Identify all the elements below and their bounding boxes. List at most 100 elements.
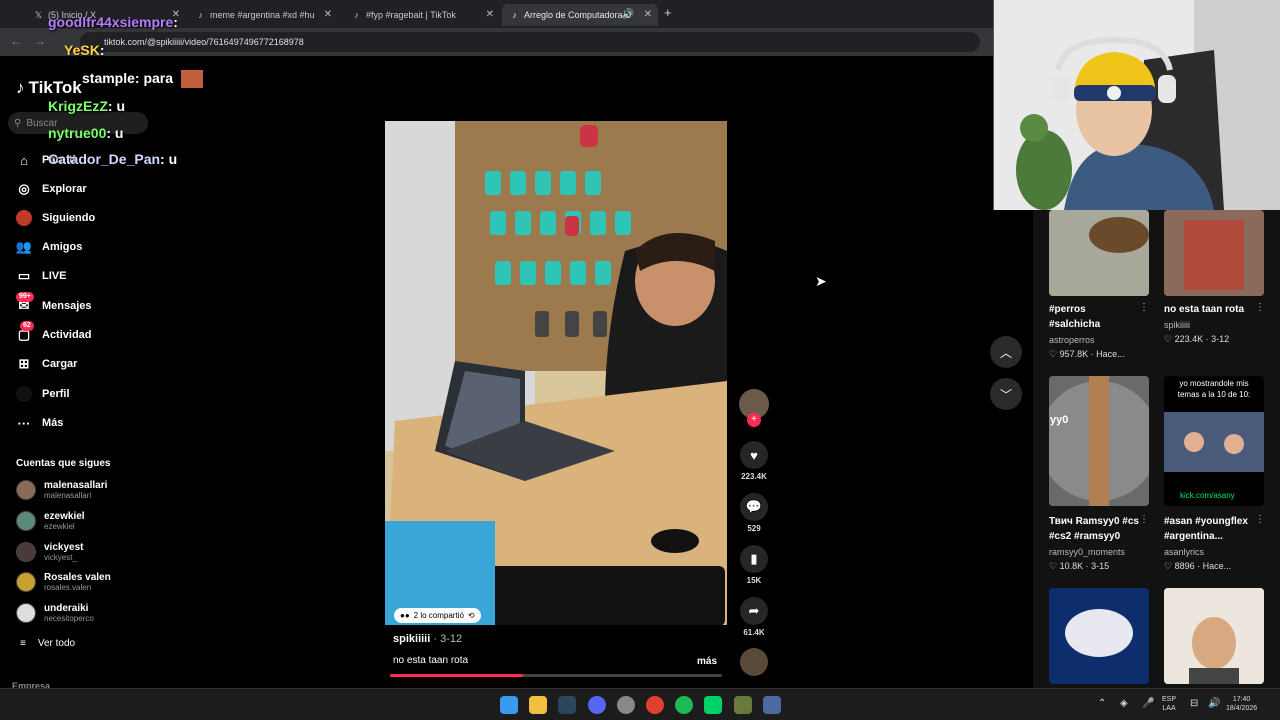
- speaker-icon[interactable]: 🔊: [622, 9, 634, 20]
- more-options-icon[interactable]: ⋮: [1255, 302, 1265, 313]
- activity-icon: ▢ 62: [16, 321, 34, 343]
- next-video-button[interactable]: ﹀: [990, 378, 1022, 410]
- video-thumbnail[interactable]: [1049, 210, 1149, 296]
- compass-icon: ◎: [18, 181, 30, 196]
- following-account[interactable]: underaiki necesitoperco: [16, 603, 94, 623]
- like-button[interactable]: ♥ 223.4K: [738, 441, 770, 481]
- account-name: ezewkiel: [44, 511, 85, 522]
- tab-tiktok-meme[interactable]: ♪ meme #argentina #xd #hu ✕: [188, 4, 338, 26]
- see-all-link[interactable]: ≡ Ver todo: [20, 638, 75, 649]
- new-tab-button[interactable]: +: [664, 5, 672, 20]
- video-title[interactable]: #perros #salchicha: [1049, 302, 1139, 332]
- save-button[interactable]: ▮ 15K: [738, 545, 770, 585]
- language-code: ESP: [1162, 696, 1177, 703]
- video-progress-bar[interactable]: [390, 674, 722, 677]
- chevron-up-icon: ︿: [999, 345, 1012, 360]
- account-handle: ezewkiel: [44, 522, 75, 531]
- close-icon[interactable]: ✕: [644, 9, 652, 20]
- close-icon[interactable]: ✕: [486, 9, 494, 20]
- file-explorer-icon[interactable]: [529, 696, 547, 714]
- more-options-icon[interactable]: ⋮: [1255, 514, 1265, 525]
- upload-icon: ⊞: [18, 356, 30, 371]
- app-icon[interactable]: [617, 696, 635, 714]
- author-avatar-button[interactable]: +: [738, 389, 770, 427]
- tab-tiktok-fyp[interactable]: ♪ #fyp #ragebait | TikTok ✕: [344, 4, 500, 26]
- video-author[interactable]: ramsyy0_moments: [1049, 547, 1125, 557]
- clock-date: 18/4/2026: [1226, 705, 1258, 712]
- volume-icon[interactable]: 🔊: [1208, 699, 1220, 709]
- clock[interactable]: 17:40 18/4/2026: [1226, 695, 1257, 713]
- more-options-icon[interactable]: ⋮: [1139, 302, 1149, 313]
- avatar: [16, 603, 36, 623]
- video-author[interactable]: spikiiiii · 3-12: [393, 633, 462, 645]
- sidebar-item-actividad[interactable]: ▢ 62 Actividad: [16, 321, 92, 343]
- video-thumbnail[interactable]: [1164, 210, 1264, 296]
- tab-tiktok-active[interactable]: ♪ Arreglo de Computadora D 🔊 ✕: [502, 4, 658, 26]
- following-account[interactable]: vickyest vickyest_: [16, 542, 83, 562]
- video-title[interactable]: #asan #youngflex #argentina...: [1164, 514, 1264, 544]
- app-icon[interactable]: [734, 696, 752, 714]
- like-count: 223.4K: [741, 472, 767, 481]
- sidebar-item-mensajes[interactable]: ✉ 99+ Mensajes: [16, 292, 92, 314]
- tiktok-icon: ♪: [198, 9, 203, 20]
- share-button[interactable]: ➦ 61.4K: [738, 597, 770, 637]
- video-author[interactable]: astroperros: [1049, 335, 1095, 345]
- following-account[interactable]: malenasallari malenasallari: [16, 480, 107, 500]
- windows-start-icon[interactable]: [500, 696, 518, 714]
- sidebar-item-explorar[interactable]: ◎ Explorar: [16, 181, 86, 197]
- sidebar-item-label: Mensajes: [42, 300, 92, 312]
- activity-badge: 62: [20, 321, 34, 331]
- language-indicator[interactable]: ESP LAA: [1162, 695, 1176, 713]
- account-handle: malenasallari: [44, 491, 92, 500]
- video-thumbnail[interactable]: yo mostrandole mis temas a la 10 de 10: …: [1164, 376, 1264, 506]
- video-author[interactable]: spikiiiii: [1164, 320, 1190, 330]
- follow-plus-icon[interactable]: +: [747, 413, 761, 427]
- sidebar-item-siguiendo[interactable]: Siguiendo: [16, 210, 95, 226]
- video-title[interactable]: no esta taan rota: [1164, 302, 1254, 317]
- sidebar-item-perfil[interactable]: Perfil: [16, 386, 70, 402]
- sidebar-item-label: Actividad: [42, 329, 92, 341]
- following-account[interactable]: Rosales valen rosales.valen: [16, 572, 111, 592]
- discord-icon[interactable]: [588, 696, 606, 714]
- spotify-icon[interactable]: [675, 696, 693, 714]
- chat-message: YeSK:: [64, 42, 104, 58]
- video-title[interactable]: Твич Ramsyy0 #cs #cs2 #ramsyy0: [1049, 514, 1149, 544]
- microphone-icon[interactable]: 🎤: [1142, 699, 1154, 709]
- sidebar-item-live[interactable]: ▭ LIVE: [16, 268, 67, 284]
- previous-video-button[interactable]: ︿: [990, 336, 1022, 368]
- tray-chevron-icon[interactable]: ⌃: [1098, 699, 1106, 709]
- sidebar-item-label: Perfil: [42, 388, 70, 400]
- chat-message: goodlfr44xsiempre:: [48, 14, 178, 30]
- comment-button[interactable]: 💬 529: [738, 493, 770, 533]
- repost-icon: ⟲: [467, 611, 475, 620]
- following-account[interactable]: ezewkiel ezewkiel: [16, 511, 85, 531]
- video-thumbnail[interactable]: yy0: [1049, 376, 1149, 506]
- back-icon[interactable]: ←: [10, 34, 22, 48]
- kick-icon[interactable]: [704, 696, 722, 714]
- chat-user: YeSK: [64, 42, 100, 58]
- chrome-icon[interactable]: [646, 696, 664, 714]
- app-icon[interactable]: [763, 696, 781, 714]
- security-icon[interactable]: ◈: [1120, 699, 1128, 709]
- video-player[interactable]: [385, 121, 727, 625]
- shared-badge[interactable]: ●● 2 lo compartió ⟲: [394, 608, 481, 623]
- video-thumbnail[interactable]: [1049, 588, 1149, 684]
- emote-icon: [180, 70, 203, 89]
- sidebar-item-cargar[interactable]: ⊞ Cargar: [16, 356, 78, 372]
- tiktok-logo[interactable]: ♪ TikTok: [16, 78, 82, 98]
- sound-button[interactable]: [738, 648, 770, 676]
- account-name: vickyest: [44, 542, 84, 553]
- stats-text: 223.4K · 3-12: [1174, 334, 1230, 344]
- following-section-title: Cuentas que sigues: [16, 458, 111, 469]
- sidebar-item-amigos[interactable]: 👥 Amigos: [16, 239, 82, 255]
- forward-icon[interactable]: →: [34, 34, 46, 48]
- close-icon[interactable]: ✕: [324, 9, 332, 20]
- shared-text: 2 lo compartió: [413, 611, 464, 620]
- more-button[interactable]: más: [697, 656, 717, 667]
- sidebar-item-mas[interactable]: ··· Más: [16, 415, 64, 431]
- steam-icon[interactable]: [558, 696, 576, 714]
- network-icon[interactable]: ⊟: [1190, 699, 1198, 709]
- more-options-icon[interactable]: ⋮: [1139, 514, 1149, 525]
- video-thumbnail[interactable]: [1164, 588, 1264, 684]
- video-author[interactable]: asanlyrics: [1164, 547, 1204, 557]
